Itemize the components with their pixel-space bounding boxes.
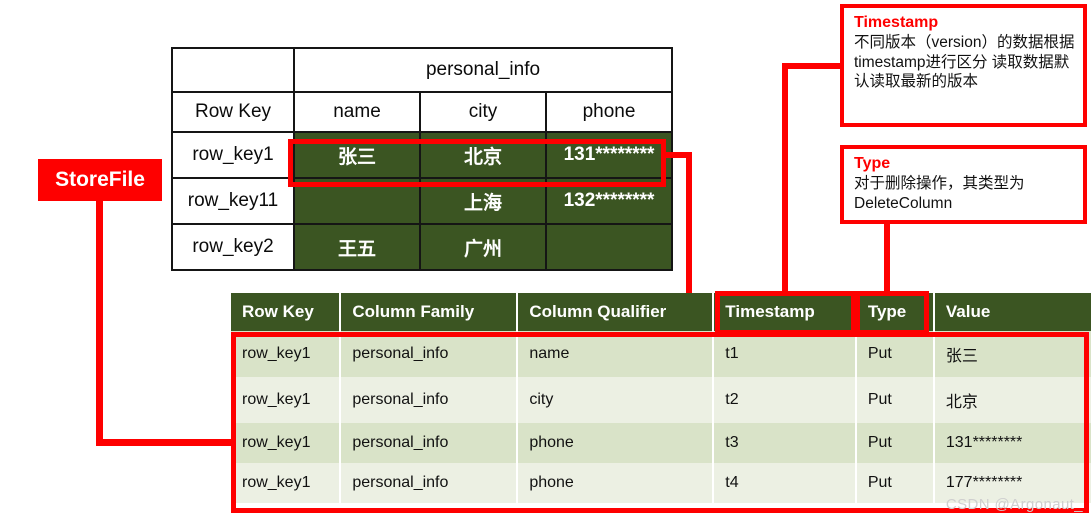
qualifier-header-name: name: [293, 91, 421, 133]
note-timestamp: Timestamp 不同版本（version）的数据根据timestamp进行区…: [840, 4, 1087, 127]
diagram-canvas: StoreFile personal_info Row Key name cit…: [0, 0, 1091, 519]
note-type-body: 对于删除操作，其类型为 DeleteColumn: [854, 175, 1029, 212]
table-row-header: Row Key name city phone: [171, 91, 673, 133]
note-type-title: Type: [854, 155, 891, 172]
cell-city: 广州: [419, 223, 547, 271]
highlight-storefile-rows: [231, 332, 1089, 513]
logical-row-connector-vertical: [686, 152, 692, 297]
cell-row-key: row_key2: [171, 223, 295, 271]
highlight-logical-row-key1: [288, 139, 666, 187]
cell-name: 王五: [293, 223, 421, 271]
note-type-connector-vertical: [884, 224, 890, 295]
cell-row-key: row_key11: [171, 177, 295, 225]
col-header-value: Value: [933, 293, 1091, 331]
table-header-row: Row Key Column Family Column Qualifier T…: [231, 293, 1091, 331]
highlight-timestamp-column-header: [715, 291, 856, 335]
col-header-column-family: Column Family: [340, 293, 519, 331]
qualifier-header-phone: phone: [545, 91, 673, 133]
highlight-type-column-header: [855, 291, 929, 335]
empty-corner-cell: [171, 47, 295, 93]
storefile-callout-box: StoreFile: [38, 159, 162, 201]
note-timestamp-title: Timestamp: [854, 14, 939, 31]
cell-phone: [545, 223, 673, 271]
qualifier-header-city: city: [419, 91, 547, 133]
note-type: Type 对于删除操作，其类型为 DeleteColumn: [840, 145, 1087, 224]
watermark: CSDN @Argonaut_: [945, 496, 1083, 513]
cell-row-key: row_key1: [171, 131, 295, 179]
note-timestamp-body: 不同版本（version）的数据根据timestamp进行区分 读取数据默认读取…: [854, 34, 1075, 90]
col-header-column-qualifier: Column Qualifier: [517, 293, 715, 331]
column-family-header: personal_info: [293, 47, 673, 93]
storefile-connector-vertical: [96, 201, 103, 446]
storefile-connector-horizontal: [96, 439, 238, 446]
note-timestamp-connector-horizontal: [782, 63, 840, 69]
row-key-header: Row Key: [171, 91, 295, 133]
note-timestamp-connector-vertical: [782, 63, 788, 295]
table-row: row_key2 王五 广州: [171, 223, 673, 271]
table-row-column-family: personal_info: [171, 47, 673, 93]
col-header-row-key: Row Key: [231, 293, 342, 331]
storefile-label: StoreFile: [55, 168, 145, 191]
